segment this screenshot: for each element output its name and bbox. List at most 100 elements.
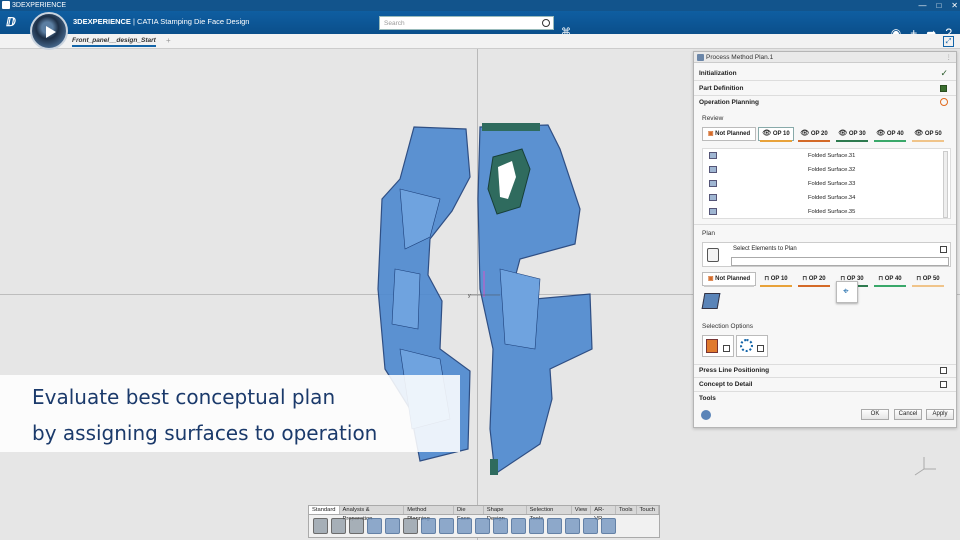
svg-text:y: y [468,293,471,299]
press-line-checkbox[interactable] [940,367,947,374]
plan-op20[interactable]: ⊓ OP 20 [796,272,832,287]
unfold-icon[interactable] [529,518,544,534]
compass-icon[interactable] [30,12,68,50]
list-scrollbar[interactable] [943,151,948,218]
project-icon[interactable] [547,518,562,534]
settings-icon[interactable] [701,410,711,420]
selection-option-propagate[interactable] [736,335,768,357]
list-item[interactable]: Folded Surface.32 [703,163,943,177]
dassault-logo-icon[interactable]: ⅅ [6,15,16,29]
plan-op40[interactable]: ⊓ OP 40 [872,272,908,287]
concept-detail-checkbox[interactable] [940,381,947,388]
method-plan-icon[interactable] [403,518,418,534]
list-item[interactable]: Folded Surface.34 [703,191,943,205]
gear-icon[interactable] [385,518,400,534]
tab-method-planning[interactable]: Method Planning [404,506,454,522]
plan-label: Plan [702,230,716,237]
tab-die-face[interactable]: Die Face [454,506,484,522]
surface-icon [709,152,717,159]
close-panel-icon[interactable]: ⋮ [946,52,953,63]
orientation-triad[interactable] [910,455,938,483]
fillet-icon[interactable] [583,518,598,534]
tab-ar-vr[interactable]: AR-VR [591,506,616,522]
section-press-line[interactable]: Press Line Positioning [699,367,769,374]
tab-shape-design[interactable]: Shape Design [484,506,527,522]
maximize-button[interactable]: □ [936,0,941,11]
divider [694,364,956,365]
propagate-icon [740,339,753,352]
list-item[interactable]: Folded Surface.35 [703,205,943,219]
add-tab-button[interactable]: + [166,36,171,45]
paste-icon[interactable] [349,518,364,534]
plan-op50[interactable]: ⊓ OP 50 [910,272,946,287]
search-input[interactable]: Search [379,16,554,30]
cancel-button[interactable]: Cancel [894,409,922,420]
review-op50[interactable]: 👁 OP 50 [910,127,946,142]
plan-box: Select Elements to Plan [702,242,951,267]
status-square-icon [940,85,947,92]
divider [694,391,956,392]
offset-icon[interactable] [565,518,580,534]
panel-icon [697,54,704,61]
app-name: | CATIA Stamping Die Face Design [130,17,250,26]
panel-title: Process Method Plan.1 ⋮ [694,52,956,63]
section-initialization[interactable]: Initialization [699,70,737,77]
surface-icon [709,208,717,215]
assign-icon[interactable] [701,293,721,309]
app-brand: 3DEXPERIENCE [73,17,131,26]
flange-icon[interactable] [457,518,472,534]
play-icon [46,26,56,38]
trim-icon[interactable] [475,518,490,534]
caption-overlay: Evaluate best conceptual plan by assigni… [0,375,460,452]
list-item[interactable]: Folded Surface.33 [703,177,943,191]
review-op-row: ▣ Not Planned 👁 OP 10 👁 OP 20 👁 OP 30 👁 … [702,127,946,142]
surface-icon[interactable] [493,518,508,534]
expand-icon[interactable]: ⤢ [943,36,954,47]
transform-icon[interactable] [439,518,454,534]
cut-icon[interactable] [313,518,328,534]
search-icon[interactable] [542,19,550,27]
tab-standard[interactable]: Standard [309,506,340,514]
sweep-icon[interactable] [511,518,526,534]
plan-op10[interactable]: ⊓ OP 10 [758,272,794,287]
action-bar-icons [308,515,660,538]
tab-touch[interactable]: Touch [637,506,659,514]
section-operation-planning[interactable]: Operation Planning [699,99,759,106]
tab-tools[interactable]: Tools [616,506,637,514]
undo-icon[interactable] [367,518,382,534]
surface-list[interactable]: Folded Surface.31 Folded Surface.32 Fold… [702,148,951,219]
target-icon[interactable]: ⌖ [836,281,858,303]
tab-view[interactable]: View [572,506,592,514]
surface-icon [709,194,717,201]
minimize-button[interactable]: — [918,0,926,11]
close-button[interactable]: ✕ [951,0,958,11]
tab-front-panel[interactable]: Front_panel__design_Start [72,37,156,47]
in-progress-icon [940,98,948,106]
select-elements-field[interactable] [731,257,949,266]
review-op30[interactable]: 👁 OP 30 [834,127,870,142]
section-part-definition[interactable]: Part Definition [699,85,743,92]
surface-option-checkbox[interactable] [723,345,730,352]
plan-not-planned[interactable]: ▣ Not Planned [702,272,756,287]
process-icon[interactable] [421,518,436,534]
action-bar-tabs: Standard Analysis & Preparation Method P… [308,505,660,522]
review-op40[interactable]: 👁 OP 40 [872,127,908,142]
review-not-planned[interactable]: ▣ Not Planned [702,127,756,141]
review-op10[interactable]: 👁 OP 10 [758,127,794,142]
process-method-plan-panel: Process Method Plan.1 ⋮ Initialization ✓… [693,51,957,428]
copy-icon[interactable] [331,518,346,534]
propagate-option-checkbox[interactable] [757,345,764,352]
list-item[interactable]: Folded Surface.31 [703,149,943,163]
select-elements-checkbox[interactable] [940,246,947,253]
section-tools[interactable]: Tools [699,395,716,402]
tab-selection-tools[interactable]: Selection Tools [527,506,572,522]
review-op20[interactable]: 👁 OP 20 [796,127,832,142]
ok-button[interactable]: OK [861,409,889,420]
apply-button[interactable]: Apply [926,409,954,420]
blend-icon[interactable] [601,518,616,534]
selection-option-surface[interactable] [702,335,734,357]
section-concept-detail[interactable]: Concept to Detail [699,381,752,388]
selection-options-label: Selection Options [702,323,753,330]
surface-select-icon [706,339,718,353]
tab-analysis[interactable]: Analysis & Preparation [340,506,405,522]
